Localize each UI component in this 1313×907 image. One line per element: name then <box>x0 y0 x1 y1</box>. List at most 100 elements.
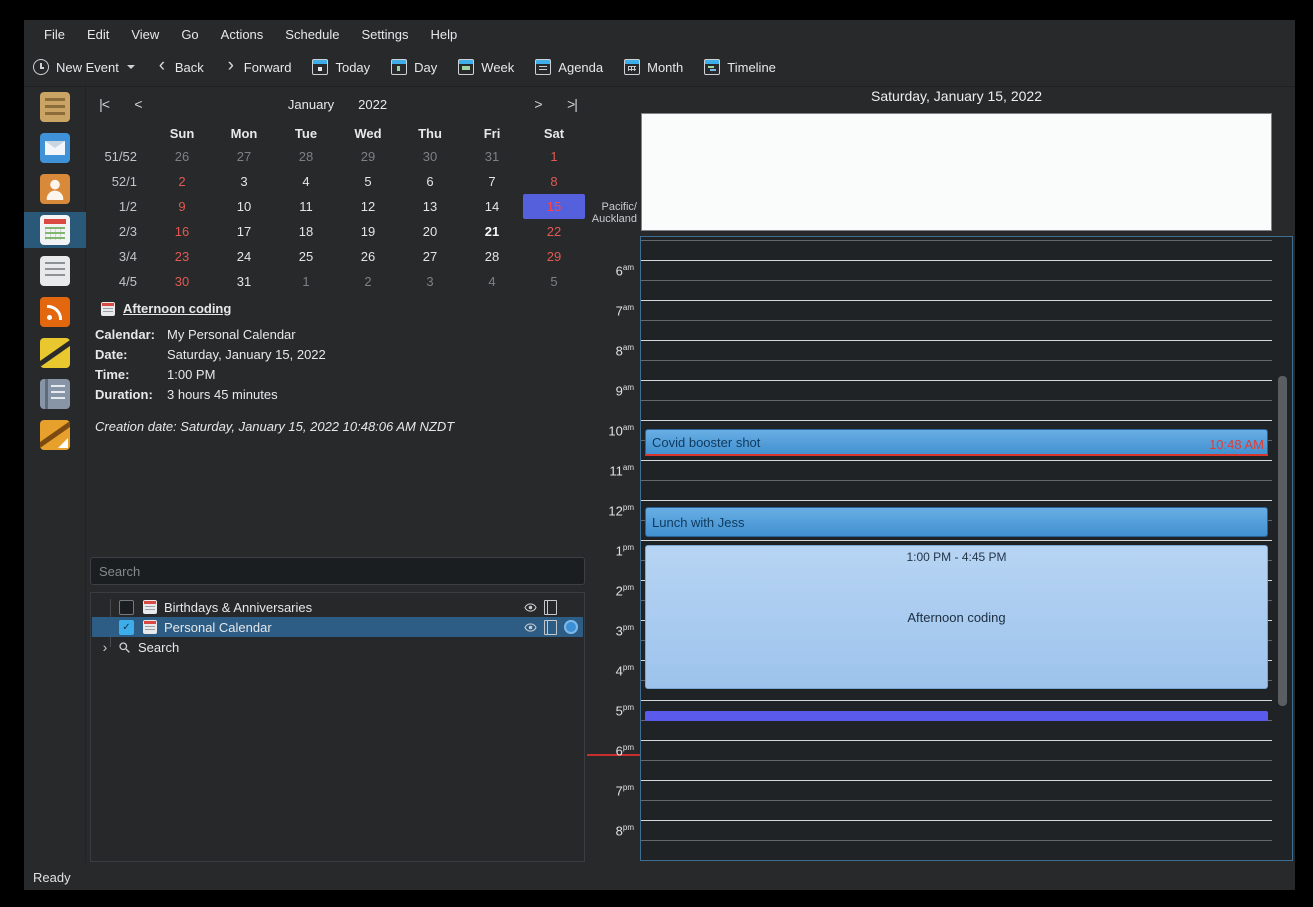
day-cell-27[interactable]: 27 <box>399 244 461 269</box>
day-cell-4[interactable]: 4 <box>461 269 523 294</box>
day-cell-9[interactable]: 9 <box>151 194 213 219</box>
calendar-color-dot <box>564 620 578 634</box>
day-cell-13[interactable]: 13 <box>399 194 461 219</box>
menu-actions[interactable]: Actions <box>210 23 275 46</box>
day-cell-31[interactable]: 31 <box>461 144 523 169</box>
sidebar-item-contacts[interactable] <box>24 174 86 204</box>
day-cell-5[interactable]: 5 <box>337 169 399 194</box>
event-lunch-with-jess[interactable]: Lunch with Jess <box>645 507 1268 537</box>
calendar-search-row[interactable]: › Search <box>92 637 583 657</box>
week-number[interactable]: 3/4 <box>90 244 151 269</box>
day-cell-26[interactable]: 26 <box>337 244 399 269</box>
sidebar-item-journal[interactable] <box>24 379 86 409</box>
day-cell-22[interactable]: 22 <box>523 219 585 244</box>
grid-line <box>641 280 1272 281</box>
event-afternoon-coding[interactable]: 1:00 PM - 4:45 PM Afternoon coding <box>645 545 1268 689</box>
week-button[interactable]: Week <box>458 59 514 75</box>
day-cell-15[interactable]: 15 <box>523 194 585 219</box>
day-cell-14[interactable]: 14 <box>461 194 523 219</box>
event-covid-booster-shot[interactable]: Covid booster shot <box>645 429 1268 456</box>
day-cell-30[interactable]: 30 <box>399 144 461 169</box>
day-cell-2[interactable]: 2 <box>151 169 213 194</box>
new-event-button[interactable]: New Event <box>33 59 135 75</box>
day-cell-3[interactable]: 3 <box>399 269 461 294</box>
day-cell-17[interactable]: 17 <box>213 219 275 244</box>
menu-schedule[interactable]: Schedule <box>274 23 350 46</box>
day-cell-29[interactable]: 29 <box>337 144 399 169</box>
agenda-grid[interactable]: 10:48 AM Covid booster shot Lunch with Je… <box>641 237 1272 860</box>
sidebar-item-mail[interactable] <box>24 133 86 163</box>
day-cell-24[interactable]: 24 <box>213 244 275 269</box>
timeline-button[interactable]: Timeline <box>704 59 776 75</box>
sidebar-item-rss-feeds[interactable] <box>24 297 86 327</box>
agenda-button[interactable]: Agenda <box>535 59 603 75</box>
week-number[interactable]: 52/1 <box>90 169 151 194</box>
day-cell-23[interactable]: 23 <box>151 244 213 269</box>
day-cell-18[interactable]: 18 <box>275 219 337 244</box>
week-number[interactable]: 4/5 <box>90 269 151 294</box>
year-label[interactable]: 2022 <box>358 97 387 112</box>
day-cell-8[interactable]: 8 <box>523 169 585 194</box>
day-cell-19[interactable]: 19 <box>337 219 399 244</box>
today-button[interactable]: Today <box>312 59 370 75</box>
day-cell-3[interactable]: 3 <box>213 169 275 194</box>
calendar-checkbox[interactable]: ✓ <box>119 619 134 635</box>
eye-icon[interactable] <box>524 601 537 614</box>
day-cell-20[interactable]: 20 <box>399 219 461 244</box>
day-cell-5[interactable]: 5 <box>523 269 585 294</box>
sidebar-item-summary[interactable] <box>24 92 86 122</box>
calendar-row-personal-calendar[interactable]: ✓ Personal Calendar <box>92 617 583 637</box>
week-number[interactable]: 51/52 <box>90 144 151 169</box>
day-cell-25[interactable]: 25 <box>275 244 337 269</box>
day-cell-21[interactable]: 21 <box>461 219 523 244</box>
next-year-button[interactable]: >| <box>560 92 584 116</box>
calendar-checkbox[interactable] <box>119 599 134 615</box>
agenda-scrollbar[interactable] <box>1272 237 1292 860</box>
calendar-row-birthdays-anniversaries[interactable]: Birthdays & Anniversaries <box>92 597 583 617</box>
menu-go[interactable]: Go <box>170 23 209 46</box>
day-cell-7[interactable]: 7 <box>461 169 523 194</box>
menu-view[interactable]: View <box>120 23 170 46</box>
day-cell-28[interactable]: 28 <box>461 244 523 269</box>
day-cell-6[interactable]: 6 <box>399 169 461 194</box>
day-cell-11[interactable]: 11 <box>275 194 337 219</box>
expander-icon[interactable]: › <box>99 639 111 655</box>
sidebar-item-notes[interactable] <box>24 338 86 368</box>
grid-line <box>641 760 1272 761</box>
day-cell-10[interactable]: 10 <box>213 194 275 219</box>
day-cell-26[interactable]: 26 <box>151 144 213 169</box>
day-cell-2[interactable]: 2 <box>337 269 399 294</box>
day-cell-28[interactable]: 28 <box>275 144 337 169</box>
sidebar-item-todo[interactable] <box>24 256 86 286</box>
search-input[interactable] <box>90 557 585 585</box>
day-cell-30[interactable]: 30 <box>151 269 213 294</box>
day-button[interactable]: Day <box>391 59 437 75</box>
day-cell-31[interactable]: 31 <box>213 269 275 294</box>
day-cell-27[interactable]: 27 <box>213 144 275 169</box>
menu-edit[interactable]: Edit <box>76 23 120 46</box>
sidebar-item-popup-notes[interactable] <box>24 420 86 450</box>
day-cell-4[interactable]: 4 <box>275 169 337 194</box>
day-cell-29[interactable]: 29 <box>523 244 585 269</box>
menu-help[interactable]: Help <box>420 23 469 46</box>
journal-book-icon[interactable] <box>544 619 557 635</box>
menu-file[interactable]: File <box>33 23 76 46</box>
back-button[interactable]: ‹ Back <box>156 56 204 75</box>
week-number[interactable]: 2/3 <box>90 219 151 244</box>
day-cell-16[interactable]: 16 <box>151 219 213 244</box>
eye-icon[interactable] <box>524 621 537 634</box>
week-number[interactable]: 1/2 <box>90 194 151 219</box>
all-day-area[interactable] <box>641 113 1272 231</box>
month-label[interactable]: January <box>288 97 334 112</box>
event-marker[interactable] <box>645 711 1268 721</box>
day-cell-12[interactable]: 12 <box>337 194 399 219</box>
scrollbar-thumb[interactable] <box>1278 376 1287 706</box>
forward-button[interactable]: › Forward <box>225 56 292 75</box>
sidebar-item-calendar[interactable] <box>24 212 86 248</box>
next-month-button[interactable]: > <box>526 92 550 116</box>
month-button[interactable]: Month <box>624 59 683 75</box>
journal-book-icon[interactable] <box>544 599 557 615</box>
menu-settings[interactable]: Settings <box>351 23 420 46</box>
day-cell-1[interactable]: 1 <box>523 144 585 169</box>
day-cell-1[interactable]: 1 <box>275 269 337 294</box>
